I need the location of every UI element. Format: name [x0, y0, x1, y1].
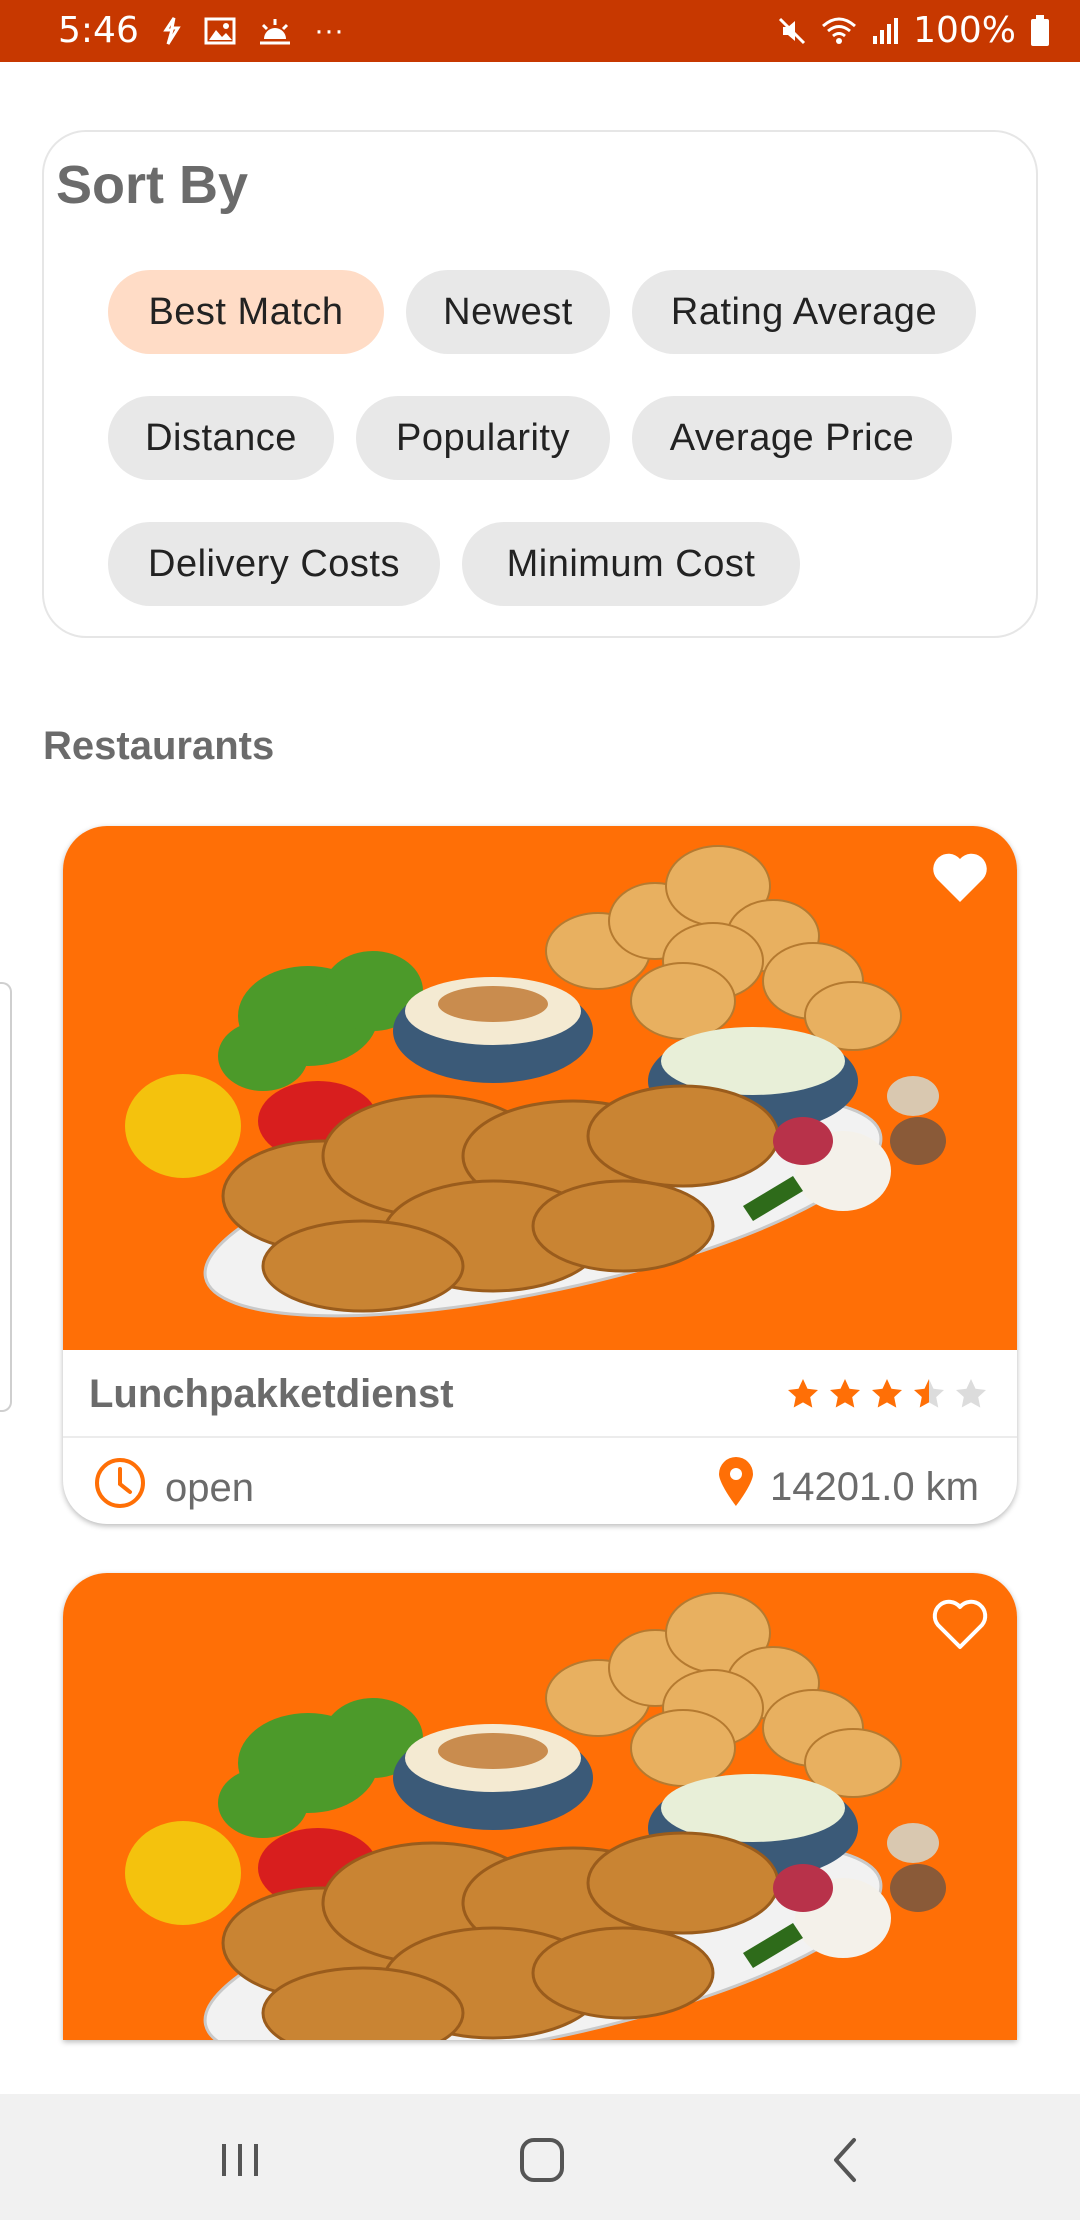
restaurant-image [63, 1573, 1017, 2040]
food-platter-illustration [125, 1592, 946, 2040]
favorite-heart-outline-icon[interactable] [931, 1599, 989, 1651]
opening-status: open [93, 1456, 254, 1520]
wifi-icon [821, 16, 857, 46]
star-filled-icon [785, 1376, 821, 1417]
gallery-icon [204, 17, 236, 45]
restaurants-heading: Restaurants [43, 724, 275, 768]
rating-stars [785, 1376, 989, 1417]
sort-chip-newest[interactable]: Newest [406, 270, 610, 354]
restaurant-name: Lunchpakketdienst [89, 1372, 454, 1416]
mute-icon [777, 16, 807, 46]
home-icon[interactable] [512, 2130, 572, 2190]
location-pin-icon [716, 1456, 756, 1518]
more-notifications-icon: ··· [314, 14, 344, 47]
distance-text: 14201.0 km [769, 1464, 979, 1509]
sort-chip-best-match[interactable]: Best Match [108, 270, 384, 354]
restaurant-card[interactable] [63, 1573, 1017, 2040]
star-filled-icon [869, 1376, 905, 1417]
restaurant-image [63, 826, 1017, 1350]
battery-icon [1030, 14, 1050, 47]
star-half-icon [911, 1376, 947, 1417]
weather-icon [258, 17, 292, 45]
sort-chip-minimum-cost[interactable]: Minimum Cost [462, 522, 800, 606]
recents-icon[interactable] [210, 2130, 270, 2190]
sort-chip-rating-average[interactable]: Rating Average [632, 270, 976, 354]
sort-panel: Sort By Best Match Newest Rating Average… [42, 130, 1038, 638]
system-nav-bar [0, 2094, 1080, 2220]
food-platter-illustration [125, 845, 946, 1318]
card-divider [63, 1436, 1017, 1438]
restaurant-card[interactable]: Lunchpakketdienst open 14201.0 km [63, 826, 1017, 1524]
opening-status-text: open [165, 1465, 254, 1510]
signal-icon [871, 16, 899, 46]
star-filled-icon [827, 1376, 863, 1417]
star-empty-icon [953, 1376, 989, 1417]
sort-chip-average-price[interactable]: Average Price [632, 396, 952, 480]
status-time: 5:46 [58, 10, 139, 51]
back-icon[interactable] [816, 2130, 876, 2190]
clock-icon [93, 1456, 147, 1520]
sort-chip-popularity[interactable]: Popularity [356, 396, 610, 480]
sort-chip-delivery-costs[interactable]: Delivery Costs [108, 522, 440, 606]
sort-title: Sort By [56, 155, 249, 215]
battery-percent: 100% [913, 10, 1016, 51]
favorite-heart-filled-icon[interactable] [931, 852, 989, 904]
distance: 14201.0 km [716, 1456, 979, 1518]
side-panel-handle[interactable] [0, 982, 12, 1412]
sort-chip-distance[interactable]: Distance [108, 396, 334, 480]
status-bar: 5:46 ··· 100% [0, 0, 1080, 62]
sync-icon [160, 16, 182, 46]
